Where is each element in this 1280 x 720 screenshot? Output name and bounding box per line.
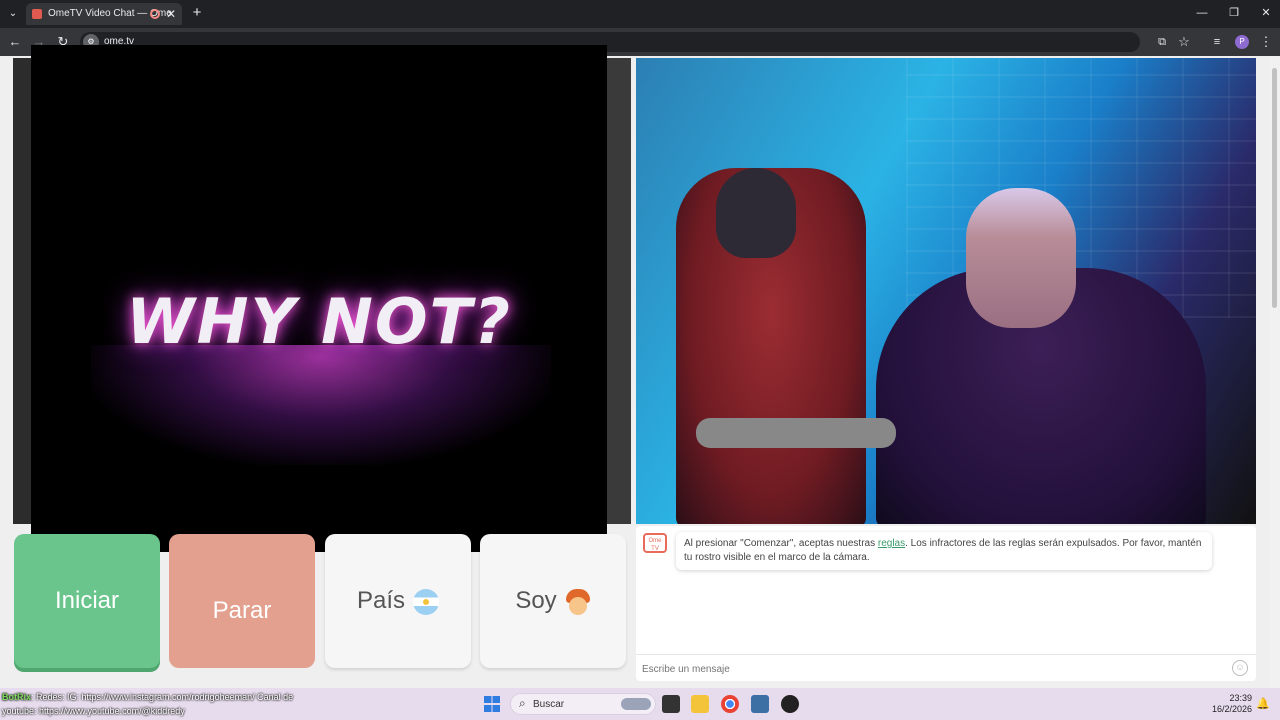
close-window-button[interactable]: ✕ (1256, 4, 1276, 22)
stream-overlay-video: WHY NOT? (31, 45, 607, 552)
file-explorer-icon[interactable] (691, 695, 709, 713)
media-control-icon[interactable]: ≡ (1208, 33, 1226, 51)
ometv-logo-icon: Ome TV (643, 533, 667, 553)
new-tab-button[interactable]: + (188, 4, 206, 22)
windows-start-icon[interactable] (484, 696, 500, 712)
tab-search-icon[interactable]: ⌄ (4, 5, 22, 23)
partner-video (636, 58, 1256, 524)
person-left-head (716, 168, 796, 258)
page-scrollbar[interactable] (1269, 56, 1280, 688)
system-clock[interactable]: 23:39 16/2/2026 (1206, 693, 1252, 715)
message-bar: ☺ (636, 654, 1256, 681)
clock-time: 23:39 (1229, 693, 1252, 703)
taskbar-search[interactable]: ⌕ Buscar (510, 693, 656, 715)
gender-button[interactable]: Soy (480, 534, 626, 668)
chat-ticker-overlay: BotRix: Redes: IG: https://www.instagram… (2, 690, 472, 720)
app-icon[interactable] (751, 695, 769, 713)
browser-tab[interactable]: OmeTV Video Chat — Ome ✕ (26, 3, 182, 25)
chrome-icon[interactable] (721, 695, 739, 713)
notice-text-before: Al presionar "Comenzar", aceptas nuestra… (684, 538, 878, 549)
stop-button[interactable]: Parar (169, 534, 315, 668)
back-arrow-icon[interactable]: ← (6, 33, 24, 51)
start-button[interactable]: Iniciar (14, 534, 160, 668)
gender-label: Soy (515, 587, 557, 614)
ometv-favicon-icon (32, 9, 42, 19)
overlay-title: WHY NOT? (126, 285, 512, 358)
tab-close-icon[interactable]: ✕ (166, 3, 176, 25)
browser-tab-strip: ⌄ OmeTV Video Chat — Ome ✕ + — ❐ ✕ (0, 0, 1280, 28)
microphone (696, 418, 896, 448)
emoji-icon[interactable]: ☺ (1232, 660, 1248, 676)
task-view-icon[interactable] (662, 695, 680, 713)
search-label: Buscar (533, 699, 565, 710)
recording-icon (150, 9, 160, 19)
country-label: País (356, 587, 406, 614)
scrollbar-thumb[interactable] (1272, 68, 1277, 308)
message-input[interactable] (642, 660, 1202, 678)
argentina-flag-icon (413, 588, 440, 615)
boy-avatar-icon (565, 588, 591, 615)
cast-icon[interactable]: ⧉ (1153, 33, 1171, 51)
video-edge (13, 58, 31, 524)
restore-button[interactable]: ❐ (1224, 4, 1244, 22)
rules-notice: Al presionar "Comenzar", aceptas nuestra… (676, 532, 1212, 570)
light-burst (91, 345, 551, 465)
notification-bell-icon[interactable]: 🔔 (1256, 697, 1270, 710)
ticker-line-2: youtube: https://www.youtube.com/@kiddre… (2, 706, 185, 716)
chat-panel: Ome TV Al presionar "Comenzar", aceptas … (636, 526, 1256, 681)
ticker-bot-name: BotRix (2, 692, 31, 702)
rules-link[interactable]: reglas (878, 538, 905, 549)
profile-avatar[interactable]: P (1235, 35, 1249, 49)
bookmark-star-icon[interactable]: ☆ (1175, 33, 1193, 51)
person-right-head (966, 188, 1076, 328)
obs-icon[interactable] (781, 695, 799, 713)
country-button[interactable]: País (325, 534, 471, 668)
ticker-line-1: : Redes: IG: https://www.instagram.com/r… (31, 692, 294, 702)
search-highlight-image (621, 698, 651, 710)
browser-menu-icon[interactable]: ⋮ (1257, 33, 1275, 51)
search-icon: ⌕ (519, 696, 526, 710)
minimize-button[interactable]: — (1192, 4, 1212, 22)
clock-date: 16/2/2026 (1211, 704, 1252, 714)
